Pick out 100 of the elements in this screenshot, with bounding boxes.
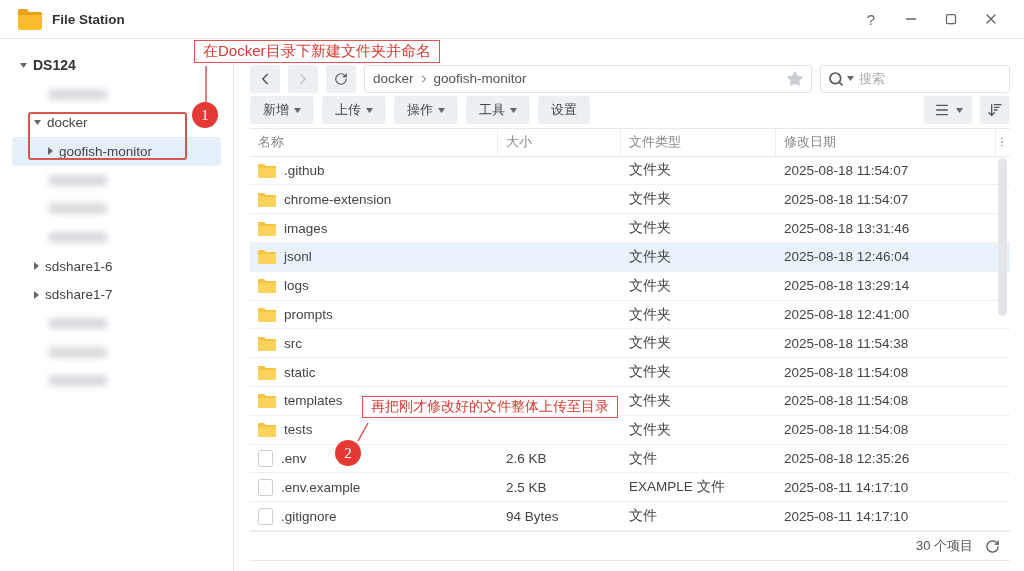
file-row[interactable]: jsonl 文件夹 2025-08-18 12:46:04 — [250, 242, 1010, 272]
file-name: logs — [284, 278, 309, 294]
caret-icon — [48, 147, 53, 156]
file-type: 文件夹 — [629, 305, 671, 324]
list-icon — [933, 102, 950, 118]
path-segment[interactable]: docker — [373, 71, 414, 86]
scrollbar-thumb[interactable] — [998, 158, 1007, 316]
caret-icon — [955, 107, 963, 113]
file-row[interactable]: .gitignore 94 Bytes 文件 2025-08-11 14:17:10 — [250, 502, 1010, 532]
modified-date: 2025-08-18 13:29:14 — [784, 278, 910, 294]
file-type: 文件夹 — [629, 219, 671, 238]
file-size: 2.6 KB — [506, 451, 547, 467]
blurred-label — [48, 88, 108, 100]
leader-line — [205, 66, 207, 102]
modified-date: 2025-08-11 14:17:10 — [784, 479, 909, 495]
caret-icon — [847, 76, 854, 81]
toolbar-button[interactable]: 上传 — [322, 96, 386, 124]
modified-date: 2025-08-18 12:46:04 — [784, 249, 910, 265]
help-button[interactable]: ? — [856, 10, 886, 28]
caret-icon — [510, 107, 517, 113]
modified-date: 2025-08-11 14:17:10 — [784, 508, 909, 524]
tree-root[interactable]: DS124 — [12, 51, 84, 80]
file-type: 文件夹 — [629, 334, 671, 353]
blurred-label — [48, 203, 108, 215]
search-icon[interactable] — [828, 70, 844, 87]
column-header[interactable]: 大小 — [498, 129, 621, 156]
toolbar-button[interactable]: 操作 — [394, 96, 458, 124]
leader-line — [358, 423, 368, 441]
modified-date: 2025-08-18 11:54:38 — [784, 335, 909, 351]
caret-icon — [34, 120, 41, 126]
sort-button[interactable] — [980, 96, 1010, 124]
tree-item[interactable]: docker — [12, 108, 96, 138]
file-type: 文件 — [629, 507, 657, 526]
file-icon — [258, 450, 273, 468]
file-type: 文件夹 — [629, 420, 671, 439]
file-type: 文件 — [629, 449, 657, 468]
blurred-label — [48, 174, 108, 186]
folder-icon — [258, 422, 276, 438]
star-icon[interactable] — [787, 70, 803, 87]
file-name: chrome-extension — [284, 191, 392, 207]
file-name: .github — [284, 162, 325, 178]
annotation-number: 1 — [192, 102, 218, 128]
modified-date: 2025-08-18 11:54:08 — [784, 422, 909, 438]
folder-icon — [258, 335, 276, 351]
file-size: 94 Bytes — [506, 508, 559, 524]
modified-date: 2025-08-18 11:54:07 — [784, 191, 909, 207]
file-row[interactable]: .env.example 2.5 KB EXAMPLE 文件 2025-08-11 14:17:10 — [250, 473, 1010, 503]
caret-icon — [294, 107, 301, 113]
caret-icon — [438, 107, 445, 113]
modified-date: 2025-08-18 12:41:00 — [784, 307, 910, 322]
refresh-button[interactable] — [326, 64, 356, 93]
caret-icon — [20, 62, 27, 68]
tree-item[interactable]: sdshare1-7 — [12, 280, 121, 310]
blurred-label — [48, 375, 108, 387]
file-type: 文件夹 — [629, 161, 671, 180]
window-title: File Station — [52, 11, 126, 27]
modified-date: 2025-08-18 12:35:26 — [784, 451, 910, 467]
file-name: images — [284, 220, 328, 236]
file-type: 文件夹 — [629, 276, 671, 295]
toolbar-button[interactable]: 工具 — [466, 96, 530, 124]
toolbar-button[interactable]: 新增 — [250, 96, 314, 124]
modified-date: 2025-08-18 11:54:08 — [784, 393, 909, 409]
file-name: .env — [281, 451, 307, 467]
column-header[interactable]: 文件类型 — [621, 129, 776, 156]
file-type: 文件夹 — [629, 247, 671, 266]
blurred-label — [48, 346, 108, 358]
caret-icon — [34, 290, 39, 299]
path-segment[interactable]: goofish-monitor — [433, 71, 527, 86]
folder-icon — [258, 393, 276, 409]
file-row[interactable]: static 文件夹 2025-08-18 11:54:08 — [250, 358, 1010, 388]
file-size: 2.5 KB — [506, 479, 547, 495]
file-name: templates — [284, 393, 343, 409]
file-icon — [258, 478, 273, 496]
file-name: jsonl — [284, 249, 312, 265]
tree-item[interactable]: sdshare1-6 — [12, 251, 121, 281]
view-mode-button[interactable] — [924, 96, 972, 124]
column-header[interactable]: 修改日期 — [776, 129, 996, 156]
folder-icon — [258, 307, 276, 322]
toolbar-button[interactable]: 设置 — [538, 96, 590, 124]
path-field[interactable]: docker goofish-monitor — [364, 64, 812, 93]
back-button[interactable] — [250, 64, 280, 93]
caret-icon — [34, 262, 39, 271]
column-header[interactable]: 名称 — [250, 129, 498, 156]
sort-icon — [987, 102, 1003, 118]
tree-item[interactable]: goofish-monitor — [12, 137, 221, 166]
search-field[interactable]: 搜索 — [820, 64, 1010, 93]
annotation-callout: 再把刚才修改好的文件整体上传至目录 — [362, 396, 618, 418]
modified-date: 2025-08-18 11:54:07 — [784, 162, 909, 178]
folder-icon — [258, 364, 276, 380]
modified-date: 2025-08-18 13:31:46 — [784, 220, 910, 236]
modified-date: 2025-08-18 11:54:08 — [784, 364, 909, 380]
file-row[interactable]: src 文件夹 2025-08-18 11:54:38 — [250, 329, 1010, 359]
file-type: 文件夹 — [629, 363, 671, 382]
file-name: tests — [284, 422, 313, 438]
refresh-icon[interactable] — [985, 538, 1000, 554]
caret-icon — [366, 107, 373, 113]
item-count: 30 个项目 — [915, 537, 973, 555]
folder-icon — [258, 220, 276, 236]
blurred-label — [48, 231, 108, 243]
blurred-label — [48, 318, 108, 330]
